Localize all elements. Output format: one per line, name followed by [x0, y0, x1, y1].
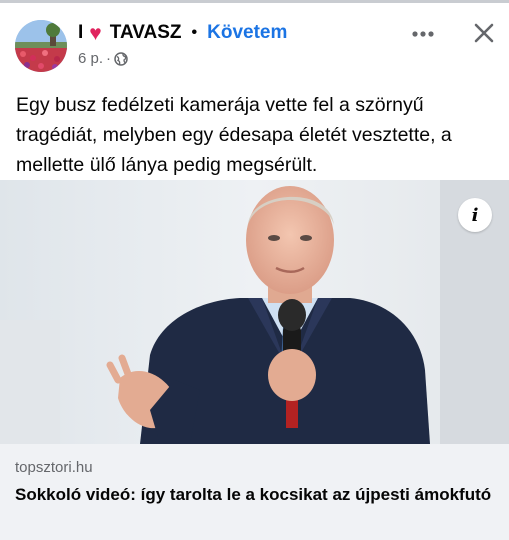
heart-icon: ♥ — [89, 21, 102, 45]
post-header: I ♥ TAVASZ • Követem 6 p. · — [0, 6, 509, 78]
news-photo — [0, 180, 509, 444]
post-text: Egy busz fedélzeti kamerája vette fel a … — [16, 94, 452, 176]
page-name-prefix[interactable]: I — [78, 22, 83, 44]
page-avatar[interactable] — [15, 20, 67, 72]
page-name[interactable]: TAVASZ — [110, 22, 182, 44]
info-button[interactable]: i — [458, 198, 492, 232]
close-button[interactable] — [470, 19, 498, 47]
close-icon — [474, 23, 494, 43]
link-preview-image[interactable]: i — [0, 180, 509, 444]
more-options-button[interactable] — [408, 22, 438, 46]
post-timestamp[interactable]: 6 p. — [78, 50, 103, 67]
avatar-image — [15, 20, 67, 72]
info-icon: i — [471, 204, 479, 226]
globe-icon — [114, 51, 128, 66]
top-divider — [0, 0, 509, 3]
page-name-row: I ♥ TAVASZ • Követem — [78, 21, 287, 45]
name-separator: • — [191, 24, 198, 41]
link-preview-footer[interactable]: topsztori.hu Sokkoló videó: így tarolta … — [0, 444, 509, 540]
more-horizontal-icon — [412, 31, 434, 37]
meta-separator: · — [106, 50, 112, 67]
follow-button[interactable]: Követem — [207, 22, 287, 44]
post-meta: 6 p. · — [78, 50, 128, 67]
link-headline[interactable]: Sokkoló videó: így tarolta le a kocsikat… — [15, 483, 495, 506]
link-domain: topsztori.hu — [15, 459, 93, 476]
